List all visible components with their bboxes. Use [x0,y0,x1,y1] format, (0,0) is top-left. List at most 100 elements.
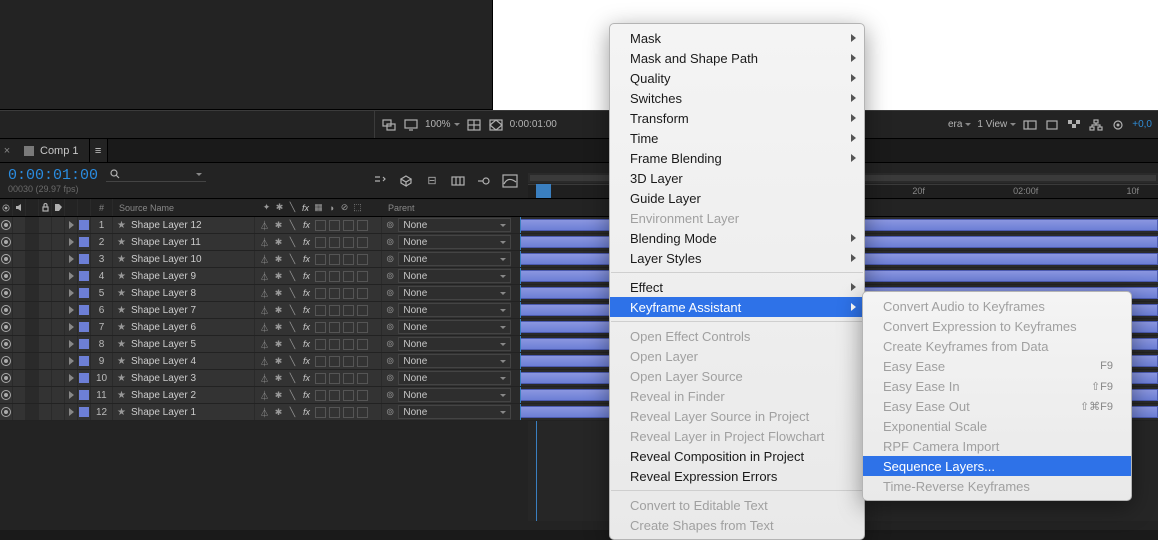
viewer-timecode[interactable]: 0:00:01:00 [510,119,557,130]
adjustment-switch[interactable] [343,220,354,231]
twirl-arrow[interactable] [65,217,78,233]
label-color[interactable] [78,404,91,420]
twirl-arrow[interactable] [65,234,78,250]
layer-name[interactable]: ★Shape Layer 10 [113,251,255,267]
layer-switches[interactable]: ⏃✱╲fx [255,251,382,267]
label-color[interactable] [78,285,91,301]
parent-cell[interactable]: ⊚None [382,234,512,250]
layer-name[interactable]: ★Shape Layer 8 [113,285,255,301]
pickwhip-icon[interactable]: ⊚ [386,237,394,248]
solo-toggle[interactable] [26,404,39,420]
pickwhip-icon[interactable]: ⊚ [386,288,394,299]
frame-blend-switch[interactable] [315,220,326,231]
fx-switch[interactable]: fx [301,254,312,265]
quality-switch[interactable]: ╲ [287,390,298,401]
tab-menu-icon[interactable]: ≡ [90,139,108,162]
fx-switch[interactable]: fx [301,305,312,316]
menu-item[interactable]: Keyframe Assistant [610,297,864,317]
pickwhip-icon[interactable]: ⊚ [386,373,394,384]
playhead-marker[interactable] [536,184,551,198]
current-time-display[interactable]: 0:00:01:00 [8,167,98,184]
layer-switches[interactable]: ⏃✱╲fx [255,234,382,250]
layer-name[interactable]: ★Shape Layer 2 [113,387,255,403]
layer-switches[interactable]: ⏃✱╲fx [255,319,382,335]
quality-switch[interactable]: ╲ [287,288,298,299]
frame-blend-switch[interactable] [315,373,326,384]
visibility-toggle[interactable] [0,387,13,403]
shy-switch[interactable]: ⏃ [259,254,270,265]
adjustment-switch[interactable] [343,373,354,384]
motion-blur-switch[interactable] [329,339,340,350]
menu-item[interactable]: 3D Layer [610,168,864,188]
solo-toggle[interactable] [26,387,39,403]
collapse-switch[interactable]: ✱ [273,407,284,418]
col-index[interactable]: # [91,199,113,216]
shy-switch[interactable]: ⏃ [259,220,270,231]
adjustment-switch[interactable] [343,271,354,282]
quality-switch[interactable]: ╲ [287,339,298,350]
lock-toggle[interactable] [39,268,52,284]
twirl-arrow[interactable] [65,336,78,352]
solo-toggle[interactable] [26,251,39,267]
visibility-toggle[interactable] [0,353,13,369]
layer-name[interactable]: ★Shape Layer 6 [113,319,255,335]
menu-item[interactable]: Transform [610,108,864,128]
zoom-dropdown[interactable]: 100% [425,119,460,130]
solo-toggle[interactable] [26,370,39,386]
motion-blur-switch[interactable] [329,356,340,367]
3d-switch[interactable] [357,237,368,248]
pickwhip-icon[interactable]: ⊚ [386,322,394,333]
3d-switch[interactable] [357,254,368,265]
3d-switch[interactable] [357,373,368,384]
menu-item[interactable]: Reveal Expression Errors [610,466,864,486]
visibility-toggle[interactable] [0,370,13,386]
label-cell[interactable] [52,302,65,318]
layer-name[interactable]: ★Shape Layer 11 [113,234,255,250]
layer-switches[interactable]: ⏃✱╲fx [255,268,382,284]
fx-switch[interactable]: fx [301,356,312,367]
frame-blend-switch[interactable] [315,288,326,299]
layer-name[interactable]: ★Shape Layer 12 [113,217,255,233]
pickwhip-icon[interactable]: ⊚ [386,271,394,282]
graph-editor-icon[interactable] [502,173,518,189]
label-color[interactable] [78,268,91,284]
3d-switch[interactable] [357,288,368,299]
layer-switches[interactable]: ⏃✱╲fx [255,302,382,318]
shy-switch[interactable]: ⏃ [259,373,270,384]
parent-cell[interactable]: ⊚None [382,217,512,233]
pickwhip-icon[interactable]: ⊚ [386,339,394,350]
menu-item[interactable]: Mask [610,28,864,48]
parent-cell[interactable]: ⊚None [382,285,512,301]
twirl-arrow[interactable] [65,404,78,420]
fx-switch[interactable]: fx [301,407,312,418]
solo-toggle[interactable] [26,353,39,369]
menu-item[interactable]: Quality [610,68,864,88]
frame-blend-switch[interactable] [315,407,326,418]
3d-switch[interactable] [357,390,368,401]
collapse-switch[interactable]: ✱ [273,322,284,333]
audio-toggle[interactable] [13,302,26,318]
parent-dropdown[interactable]: None [398,269,511,283]
exposure-value[interactable]: +0,0 [1132,119,1152,130]
adjustment-switch[interactable] [343,356,354,367]
frame-blend-switch[interactable] [315,237,326,248]
quality-switch[interactable]: ╲ [287,271,298,282]
frame-blend-switch[interactable] [315,322,326,333]
audio-toggle[interactable] [13,404,26,420]
layer-name[interactable]: ★Shape Layer 4 [113,353,255,369]
lock-toggle[interactable] [39,251,52,267]
quality-switch[interactable]: ╲ [287,254,298,265]
twirl-arrow[interactable] [65,285,78,301]
fast-previews-icon[interactable] [1044,117,1060,133]
parent-cell[interactable]: ⊚None [382,319,512,335]
motion-blur-switch[interactable] [329,407,340,418]
menu-item[interactable]: Switches [610,88,864,108]
menu-item[interactable]: Guide Layer [610,188,864,208]
parent-cell[interactable]: ⊚None [382,353,512,369]
label-cell[interactable] [52,268,65,284]
lock-toggle[interactable] [39,319,52,335]
audio-toggle[interactable] [13,251,26,267]
shy-switch[interactable]: ⏃ [259,271,270,282]
label-color[interactable] [78,387,91,403]
quality-switch[interactable]: ╲ [287,322,298,333]
